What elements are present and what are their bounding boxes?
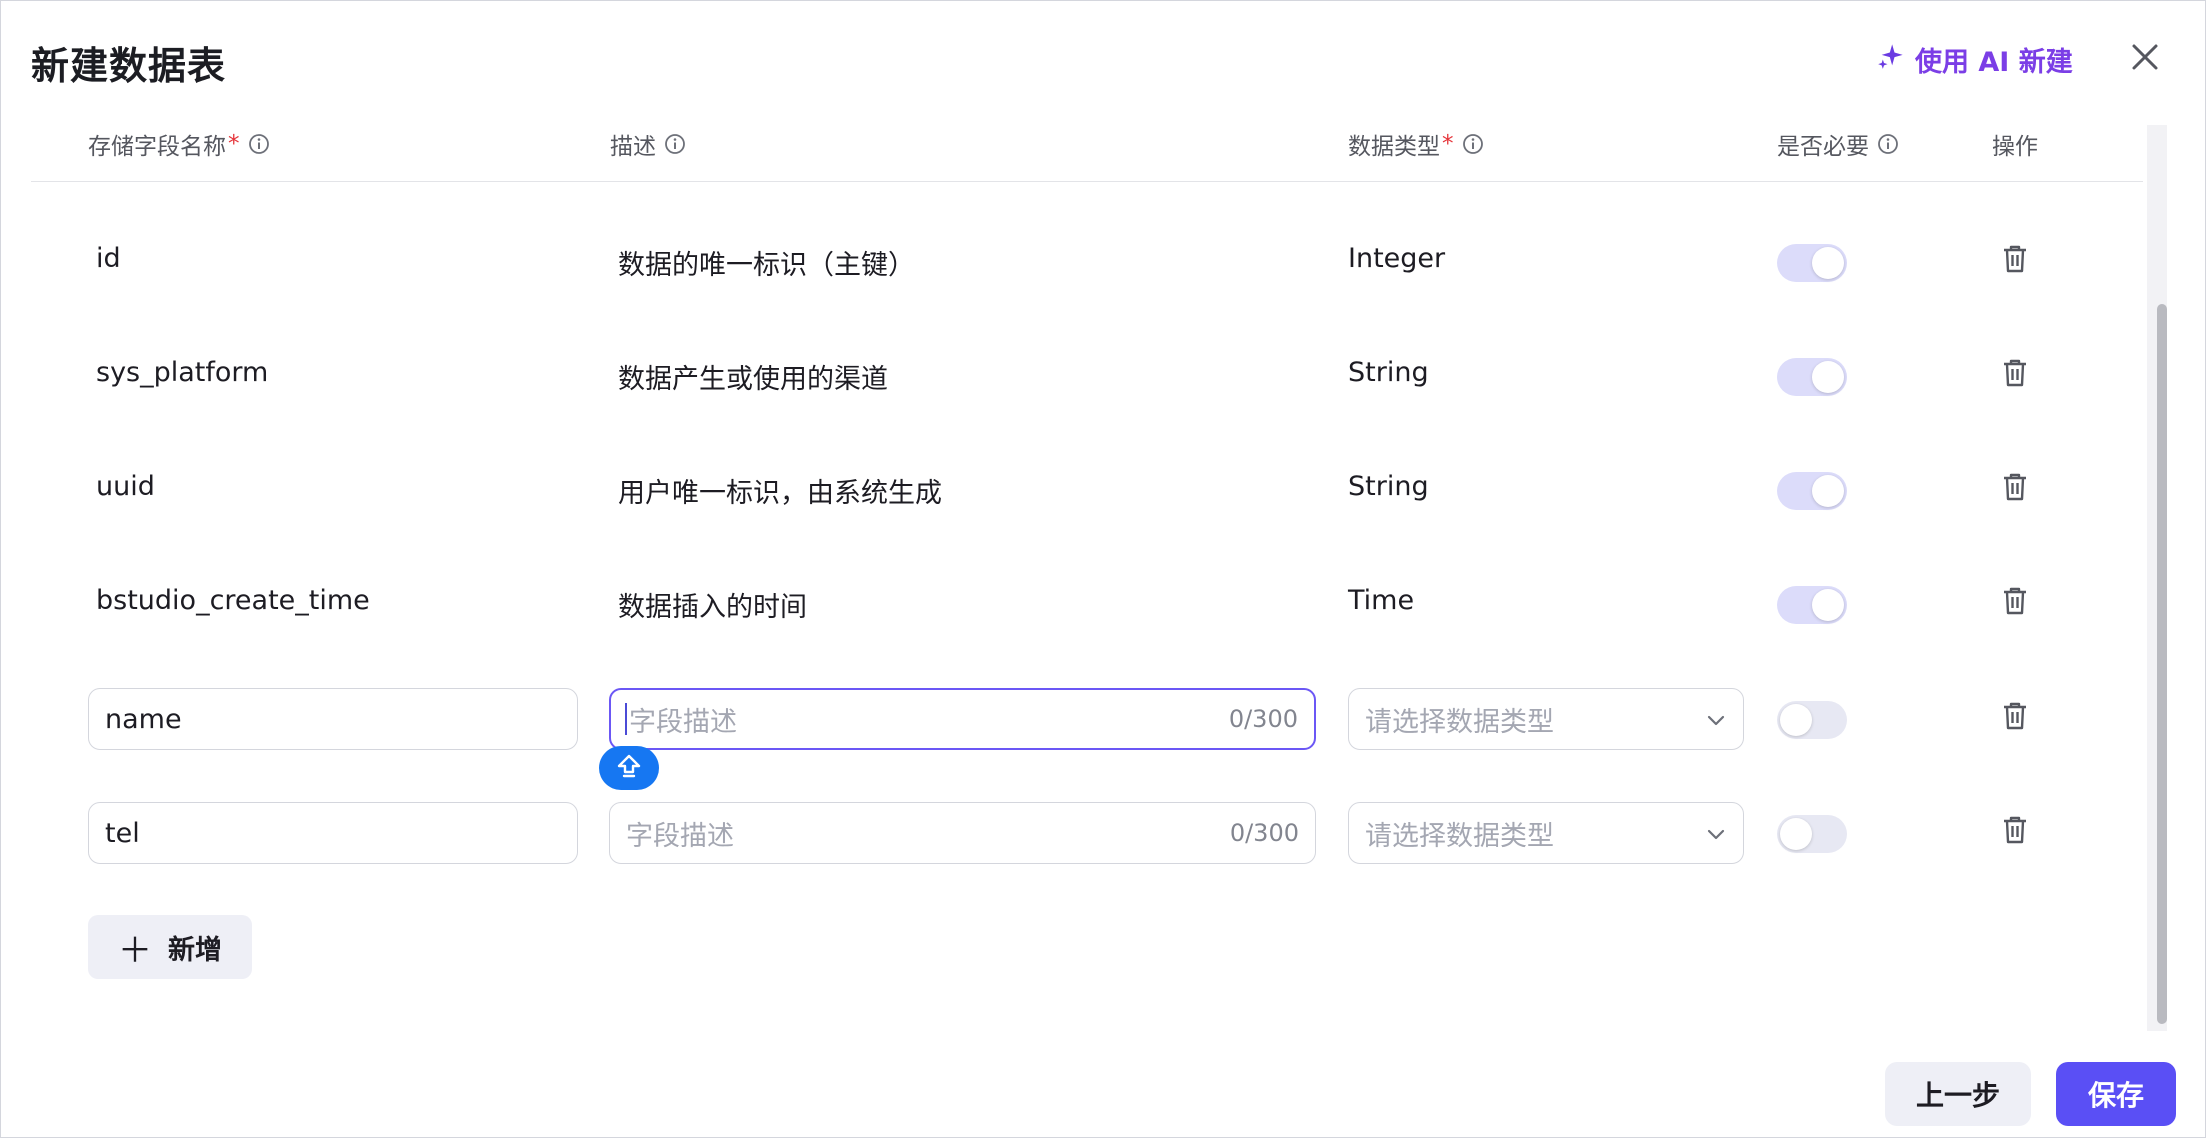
field-name: bstudio_create_time xyxy=(96,585,370,616)
char-counter: 0/300 xyxy=(1229,819,1299,847)
column-header-actions-label: 操作 xyxy=(1992,134,2038,160)
trash-icon xyxy=(2002,244,2028,278)
field-name: uuid xyxy=(96,471,155,502)
column-header-name-label: 存储字段名称 xyxy=(88,134,226,160)
trash-icon xyxy=(2002,815,2028,849)
trash-icon xyxy=(2002,472,2028,506)
column-header-required: 是否必要 xyxy=(1777,127,1899,161)
required-toggle[interactable] xyxy=(1777,586,1847,624)
char-counter: 0/300 xyxy=(1228,705,1298,733)
field-name-value: tel xyxy=(105,817,140,849)
sparkle-icon xyxy=(1877,42,1915,77)
add-field-button[interactable]: ＋ 新增 xyxy=(88,915,252,979)
plus-icon: ＋ xyxy=(118,930,152,971)
column-header-actions: 操作 xyxy=(1992,127,2038,161)
field-desc: 数据插入的时间 xyxy=(618,592,807,623)
ai-create-button[interactable]: 使用 AI 新建 xyxy=(1877,39,2073,79)
close-button[interactable] xyxy=(2125,39,2165,79)
table-row: uuid 用户唯一标识，由系统生成 String xyxy=(1,455,2205,519)
ai-create-label: 使用 AI 新建 xyxy=(1915,46,2073,78)
delete-button[interactable] xyxy=(1999,471,2031,507)
text-caret xyxy=(625,703,627,735)
save-button[interactable]: 保存 xyxy=(2056,1062,2176,1126)
trash-icon xyxy=(2002,701,2028,735)
field-desc: 数据的唯一标识（主键） xyxy=(618,250,915,281)
scrollbar-thumb[interactable] xyxy=(2157,304,2167,1024)
column-header-desc: 描述 xyxy=(610,127,686,161)
prev-step-button[interactable]: 上一步 xyxy=(1885,1062,2031,1126)
ime-shift-button[interactable] xyxy=(599,746,659,790)
create-table-dialog: 新建数据表 使用 AI 新建 存储字段名称 * 描述 数据类型 * 是否必要 操… xyxy=(0,0,2206,1138)
required-toggle[interactable] xyxy=(1777,472,1847,510)
field-type: String xyxy=(1348,357,1429,388)
info-icon[interactable] xyxy=(1877,133,1899,155)
field-desc-placeholder: 字段描述 xyxy=(629,706,737,738)
required-toggle[interactable] xyxy=(1777,815,1847,853)
add-field-label: 新增 xyxy=(168,934,222,966)
chevron-down-icon xyxy=(1705,707,1727,738)
delete-button[interactable] xyxy=(1999,357,2031,393)
info-icon[interactable] xyxy=(248,133,270,155)
table-row: bstudio_create_time 数据插入的时间 Time xyxy=(1,569,2205,633)
shift-arrow-icon xyxy=(615,752,643,784)
trash-icon xyxy=(2002,358,2028,392)
field-type-select[interactable]: 请选择数据类型 xyxy=(1348,688,1744,750)
field-name: id xyxy=(96,243,121,274)
field-desc-input[interactable]: 字段描述 0/300 xyxy=(609,688,1316,750)
delete-button[interactable] xyxy=(1999,700,2031,736)
column-header-name: 存储字段名称 * xyxy=(88,127,270,161)
field-desc-input[interactable]: 字段描述 0/300 xyxy=(609,802,1316,864)
field-name-value: name xyxy=(105,703,182,735)
table-row: sys_platform 数据产生或使用的渠道 String xyxy=(1,341,2205,405)
delete-button[interactable] xyxy=(1999,243,2031,279)
required-mark: * xyxy=(1442,131,1454,157)
required-toggle[interactable] xyxy=(1777,244,1847,282)
field-type: String xyxy=(1348,471,1429,502)
field-name-input[interactable]: tel xyxy=(88,802,578,864)
field-type: Integer xyxy=(1348,243,1446,274)
field-name-input[interactable]: name xyxy=(88,688,578,750)
delete-button[interactable] xyxy=(1999,814,2031,850)
field-type: Time xyxy=(1348,585,1415,616)
column-header-desc-label: 描述 xyxy=(610,134,656,160)
required-toggle[interactable] xyxy=(1777,701,1847,739)
table-header: 存储字段名称 * 描述 数据类型 * 是否必要 操作 xyxy=(31,121,2143,182)
info-icon[interactable] xyxy=(1462,133,1484,155)
column-header-type-label: 数据类型 xyxy=(1348,134,1440,160)
required-toggle[interactable] xyxy=(1777,358,1847,396)
table-row: name 字段描述 0/300 请选择数据类型 xyxy=(1,684,2205,750)
dialog-title: 新建数据表 xyxy=(31,44,227,88)
close-icon xyxy=(2131,43,2159,75)
chevron-down-icon xyxy=(1705,821,1727,852)
field-desc: 用户唯一标识，由系统生成 xyxy=(618,478,942,509)
info-icon[interactable] xyxy=(664,133,686,155)
field-type-placeholder: 请选择数据类型 xyxy=(1365,706,1554,738)
trash-icon xyxy=(2002,586,2028,620)
field-desc: 数据产生或使用的渠道 xyxy=(618,364,888,395)
field-type-placeholder: 请选择数据类型 xyxy=(1365,820,1554,852)
field-name: sys_platform xyxy=(96,357,269,388)
delete-button[interactable] xyxy=(1999,585,2031,621)
field-desc-placeholder: 字段描述 xyxy=(626,820,734,852)
table-row: id 数据的唯一标识（主键） Integer xyxy=(1,227,2205,291)
column-header-required-label: 是否必要 xyxy=(1777,134,1869,160)
field-type-select[interactable]: 请选择数据类型 xyxy=(1348,802,1744,864)
column-header-type: 数据类型 * xyxy=(1348,127,1484,161)
table-row: tel 字段描述 0/300 请选择数据类型 xyxy=(1,798,2205,864)
required-mark: * xyxy=(228,131,240,157)
